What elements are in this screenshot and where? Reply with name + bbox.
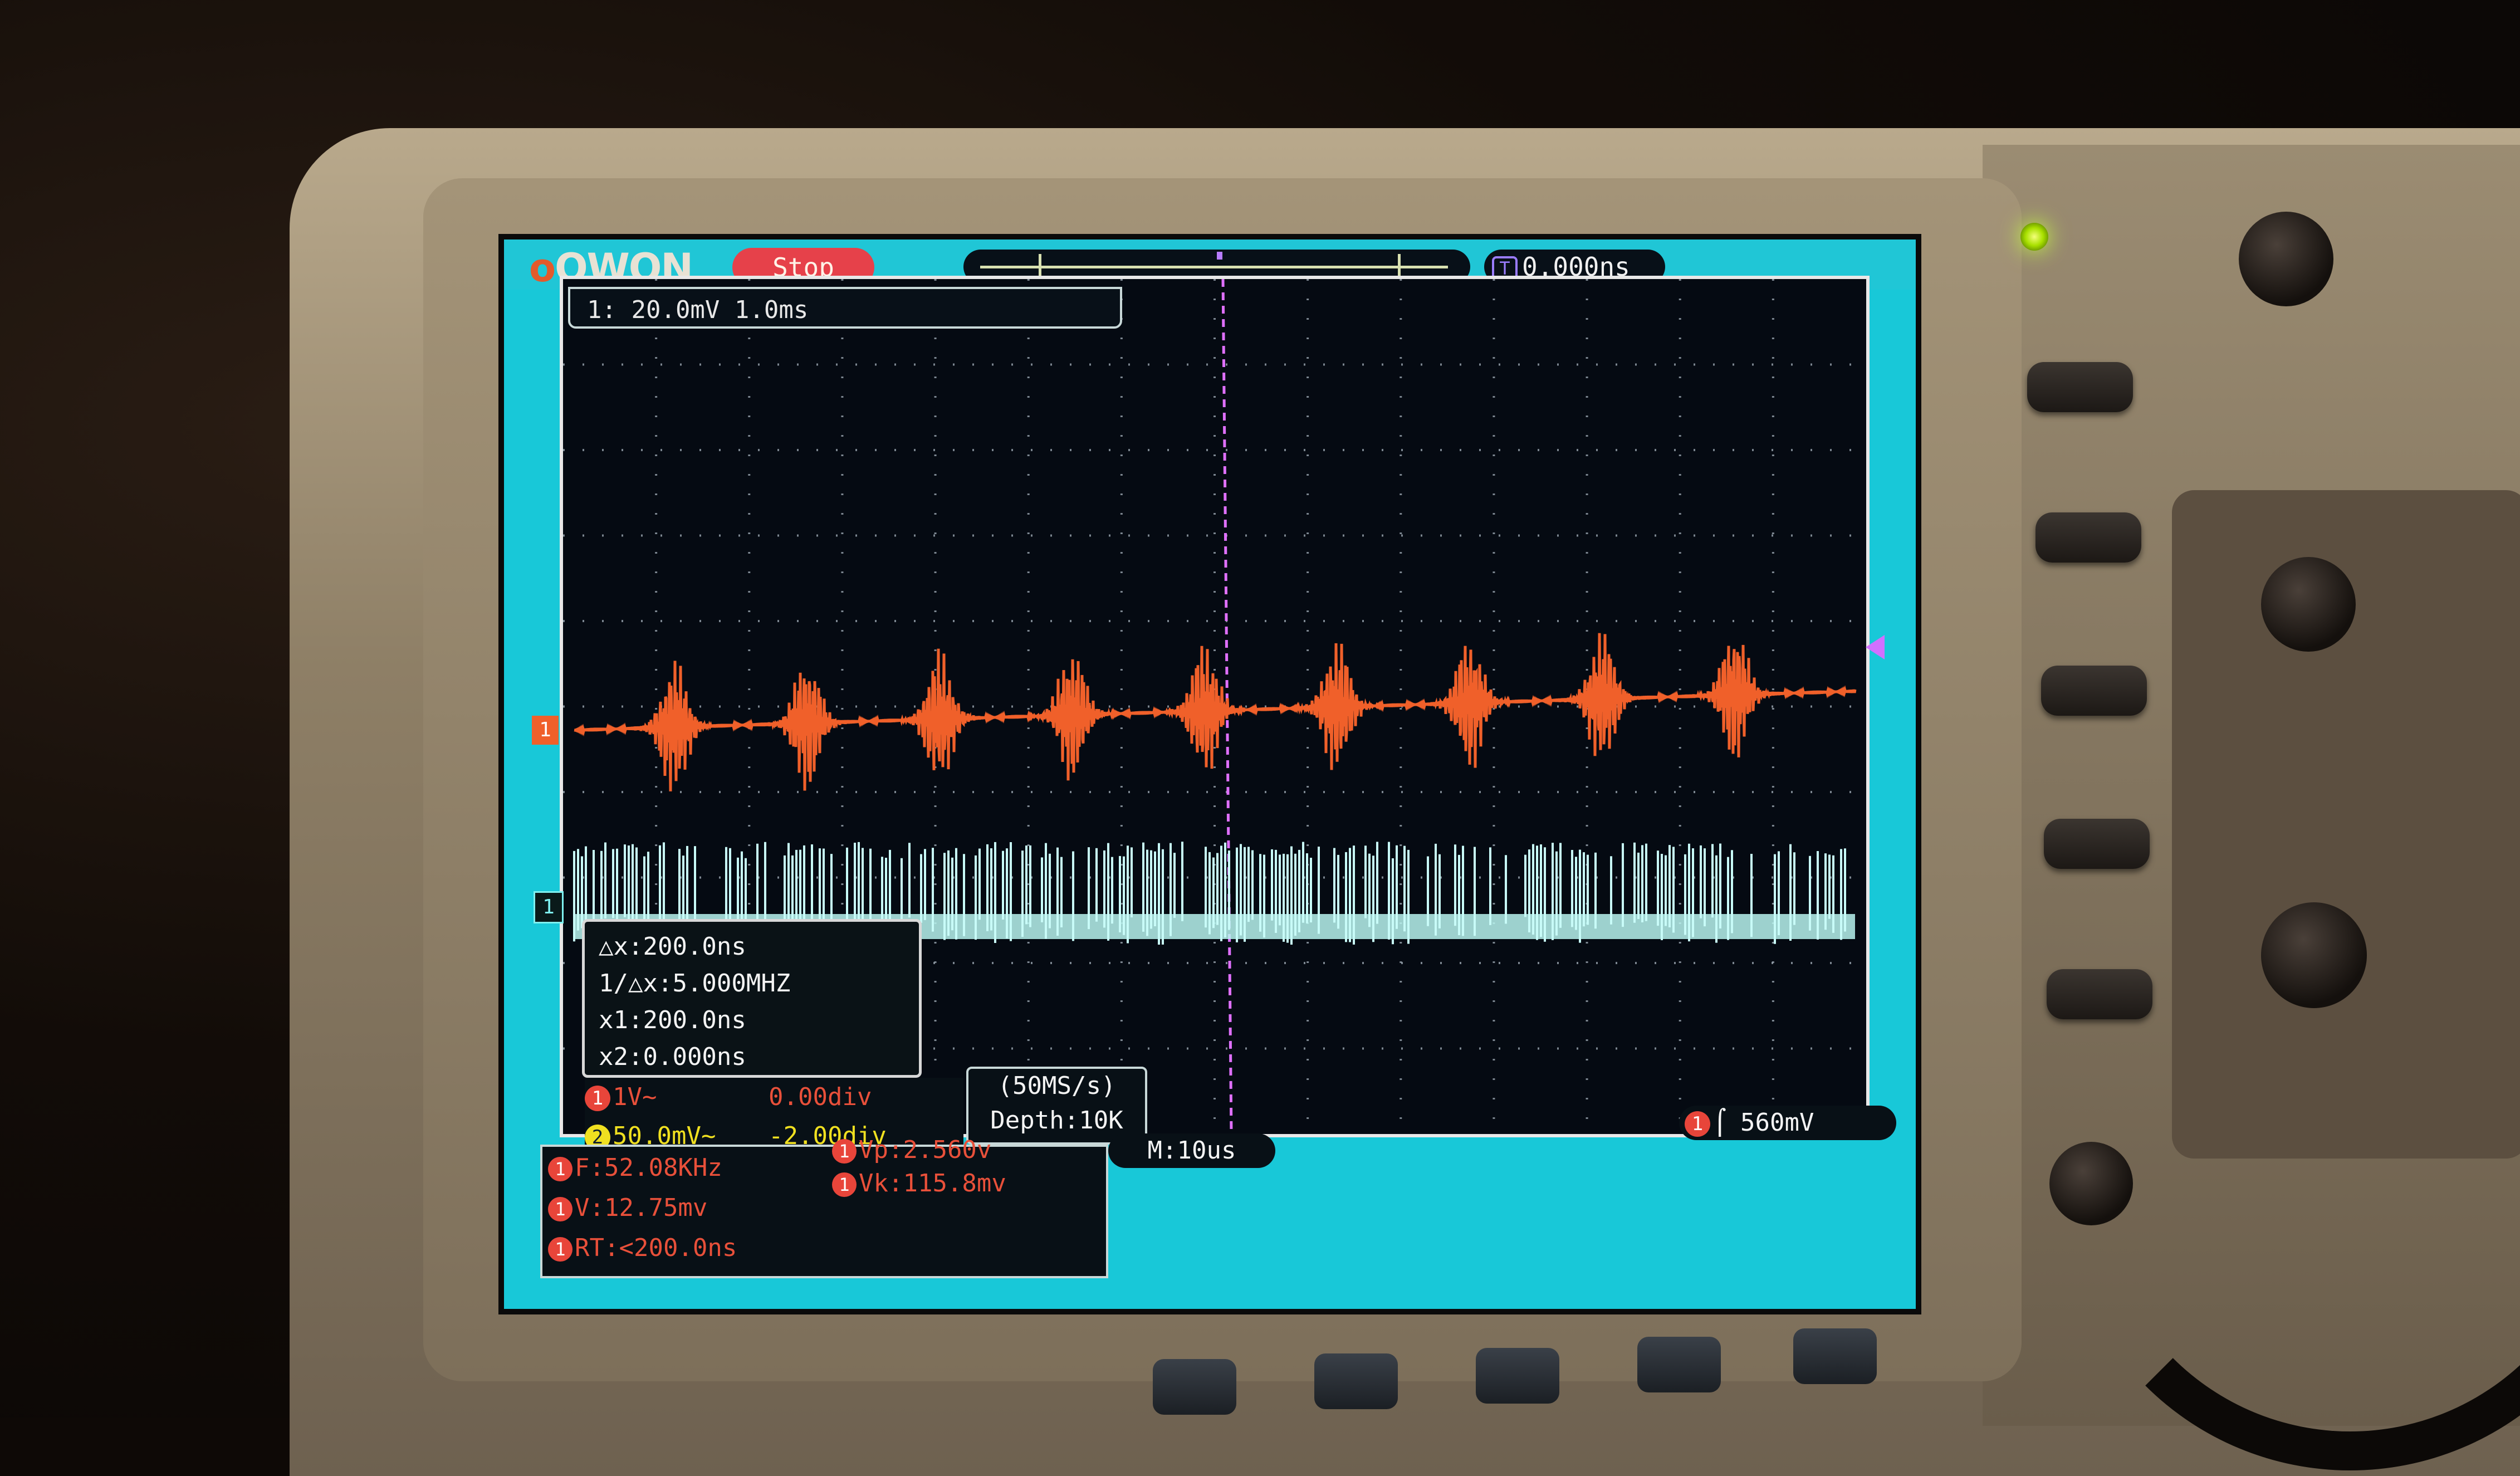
trigger-source-badge-icon: 1 (1685, 1111, 1710, 1137)
trigger-position-marker-icon (1217, 252, 1222, 260)
trigger-level-value: 560mV (1740, 1108, 1814, 1137)
measure-vk-badge-icon: 1 (832, 1172, 857, 1197)
cursor-inverse-delta: 1/△x:5.000MHZ (599, 969, 791, 998)
sample-rate: (50MS/s) (997, 1072, 1116, 1100)
measure-vk-text: Vk:115.8mv (859, 1169, 1006, 1198)
timebase-readout: M:10us (1108, 1133, 1275, 1168)
ch1-scale-row: 1 1V~ 0.00div (585, 1078, 963, 1117)
trigger-level-marker-icon[interactable] (1866, 635, 1885, 659)
trigger-level-readout: 1 ⌠ 560mV (1679, 1106, 1896, 1140)
menu-softkey-2[interactable] (2035, 512, 2141, 563)
menu-softkey-4[interactable] (2044, 819, 2150, 869)
measure-rt-text: RT:<200.0ns (575, 1234, 737, 1262)
cursor-readout: △x:200.0ns 1/△x:5.000MHZ x1:200.0ns x2:0… (582, 919, 922, 1078)
bottom-button-5[interactable] (1793, 1328, 1877, 1384)
measure-v-badge-icon: 1 (548, 1197, 572, 1221)
multipurpose-knob[interactable] (2239, 212, 2333, 306)
measure-frequency: 1 F:52.08KHz (548, 1154, 722, 1182)
measure-peak: 1 Vp:2.560v (832, 1136, 991, 1164)
cursor-x2: x2:0.000ns (599, 1043, 746, 1071)
measure-vk: 1 Vk:115.8mv (832, 1169, 1006, 1198)
bottom-button-1[interactable] (1153, 1359, 1236, 1415)
bottom-button-3[interactable] (1476, 1348, 1559, 1404)
measure-rt-badge-icon: 1 (548, 1237, 572, 1262)
measure-vp-badge-icon: 1 (832, 1139, 857, 1164)
menu-softkey-3[interactable] (2041, 666, 2147, 716)
measurement-panel: 1 F:52.08KHz 1 V:12.75mv 1 RT:<200.0ns 1 Vp:… (540, 1136, 1108, 1278)
measure-freq-text: F:52.08KHz (575, 1154, 722, 1182)
ch1-badge-icon: 1 (585, 1086, 610, 1111)
measure-v-text: V:12.75mv (575, 1194, 708, 1222)
ch1-offset: 0.00div (769, 1083, 872, 1111)
measure-risetime: 1 RT:<200.0ns (548, 1234, 737, 1262)
power-led-icon (2020, 223, 2048, 251)
measure-voltage: 1 V:12.75mv (548, 1194, 707, 1222)
rising-edge-icon: ⌠ (1712, 1108, 1728, 1137)
bottom-button-4[interactable] (1637, 1337, 1721, 1392)
ch2-ground-marker[interactable]: 1 (534, 891, 564, 923)
vertical-position-knob[interactable] (2261, 557, 2356, 652)
measure-freq-badge-icon: 1 (548, 1157, 572, 1181)
menu-softkey-1[interactable] (2027, 362, 2133, 412)
cursor-x1: x1:200.0ns (599, 1006, 746, 1034)
measure-vp-text: Vp:2.560v (859, 1136, 992, 1164)
acquisition-info: (50MS/s) Depth:10K (966, 1067, 1147, 1145)
ch1-volts-div: 1V~ (613, 1083, 657, 1111)
channel-info-bar: 1: 20.0mV 1.0ms (568, 287, 1122, 329)
ch1-ground-marker[interactable]: 1 (532, 716, 559, 745)
memory-depth: Depth:10K (990, 1106, 1123, 1135)
cursor-delta-x: △x:200.0ns (599, 932, 746, 961)
bottom-button-2[interactable] (1314, 1353, 1398, 1409)
